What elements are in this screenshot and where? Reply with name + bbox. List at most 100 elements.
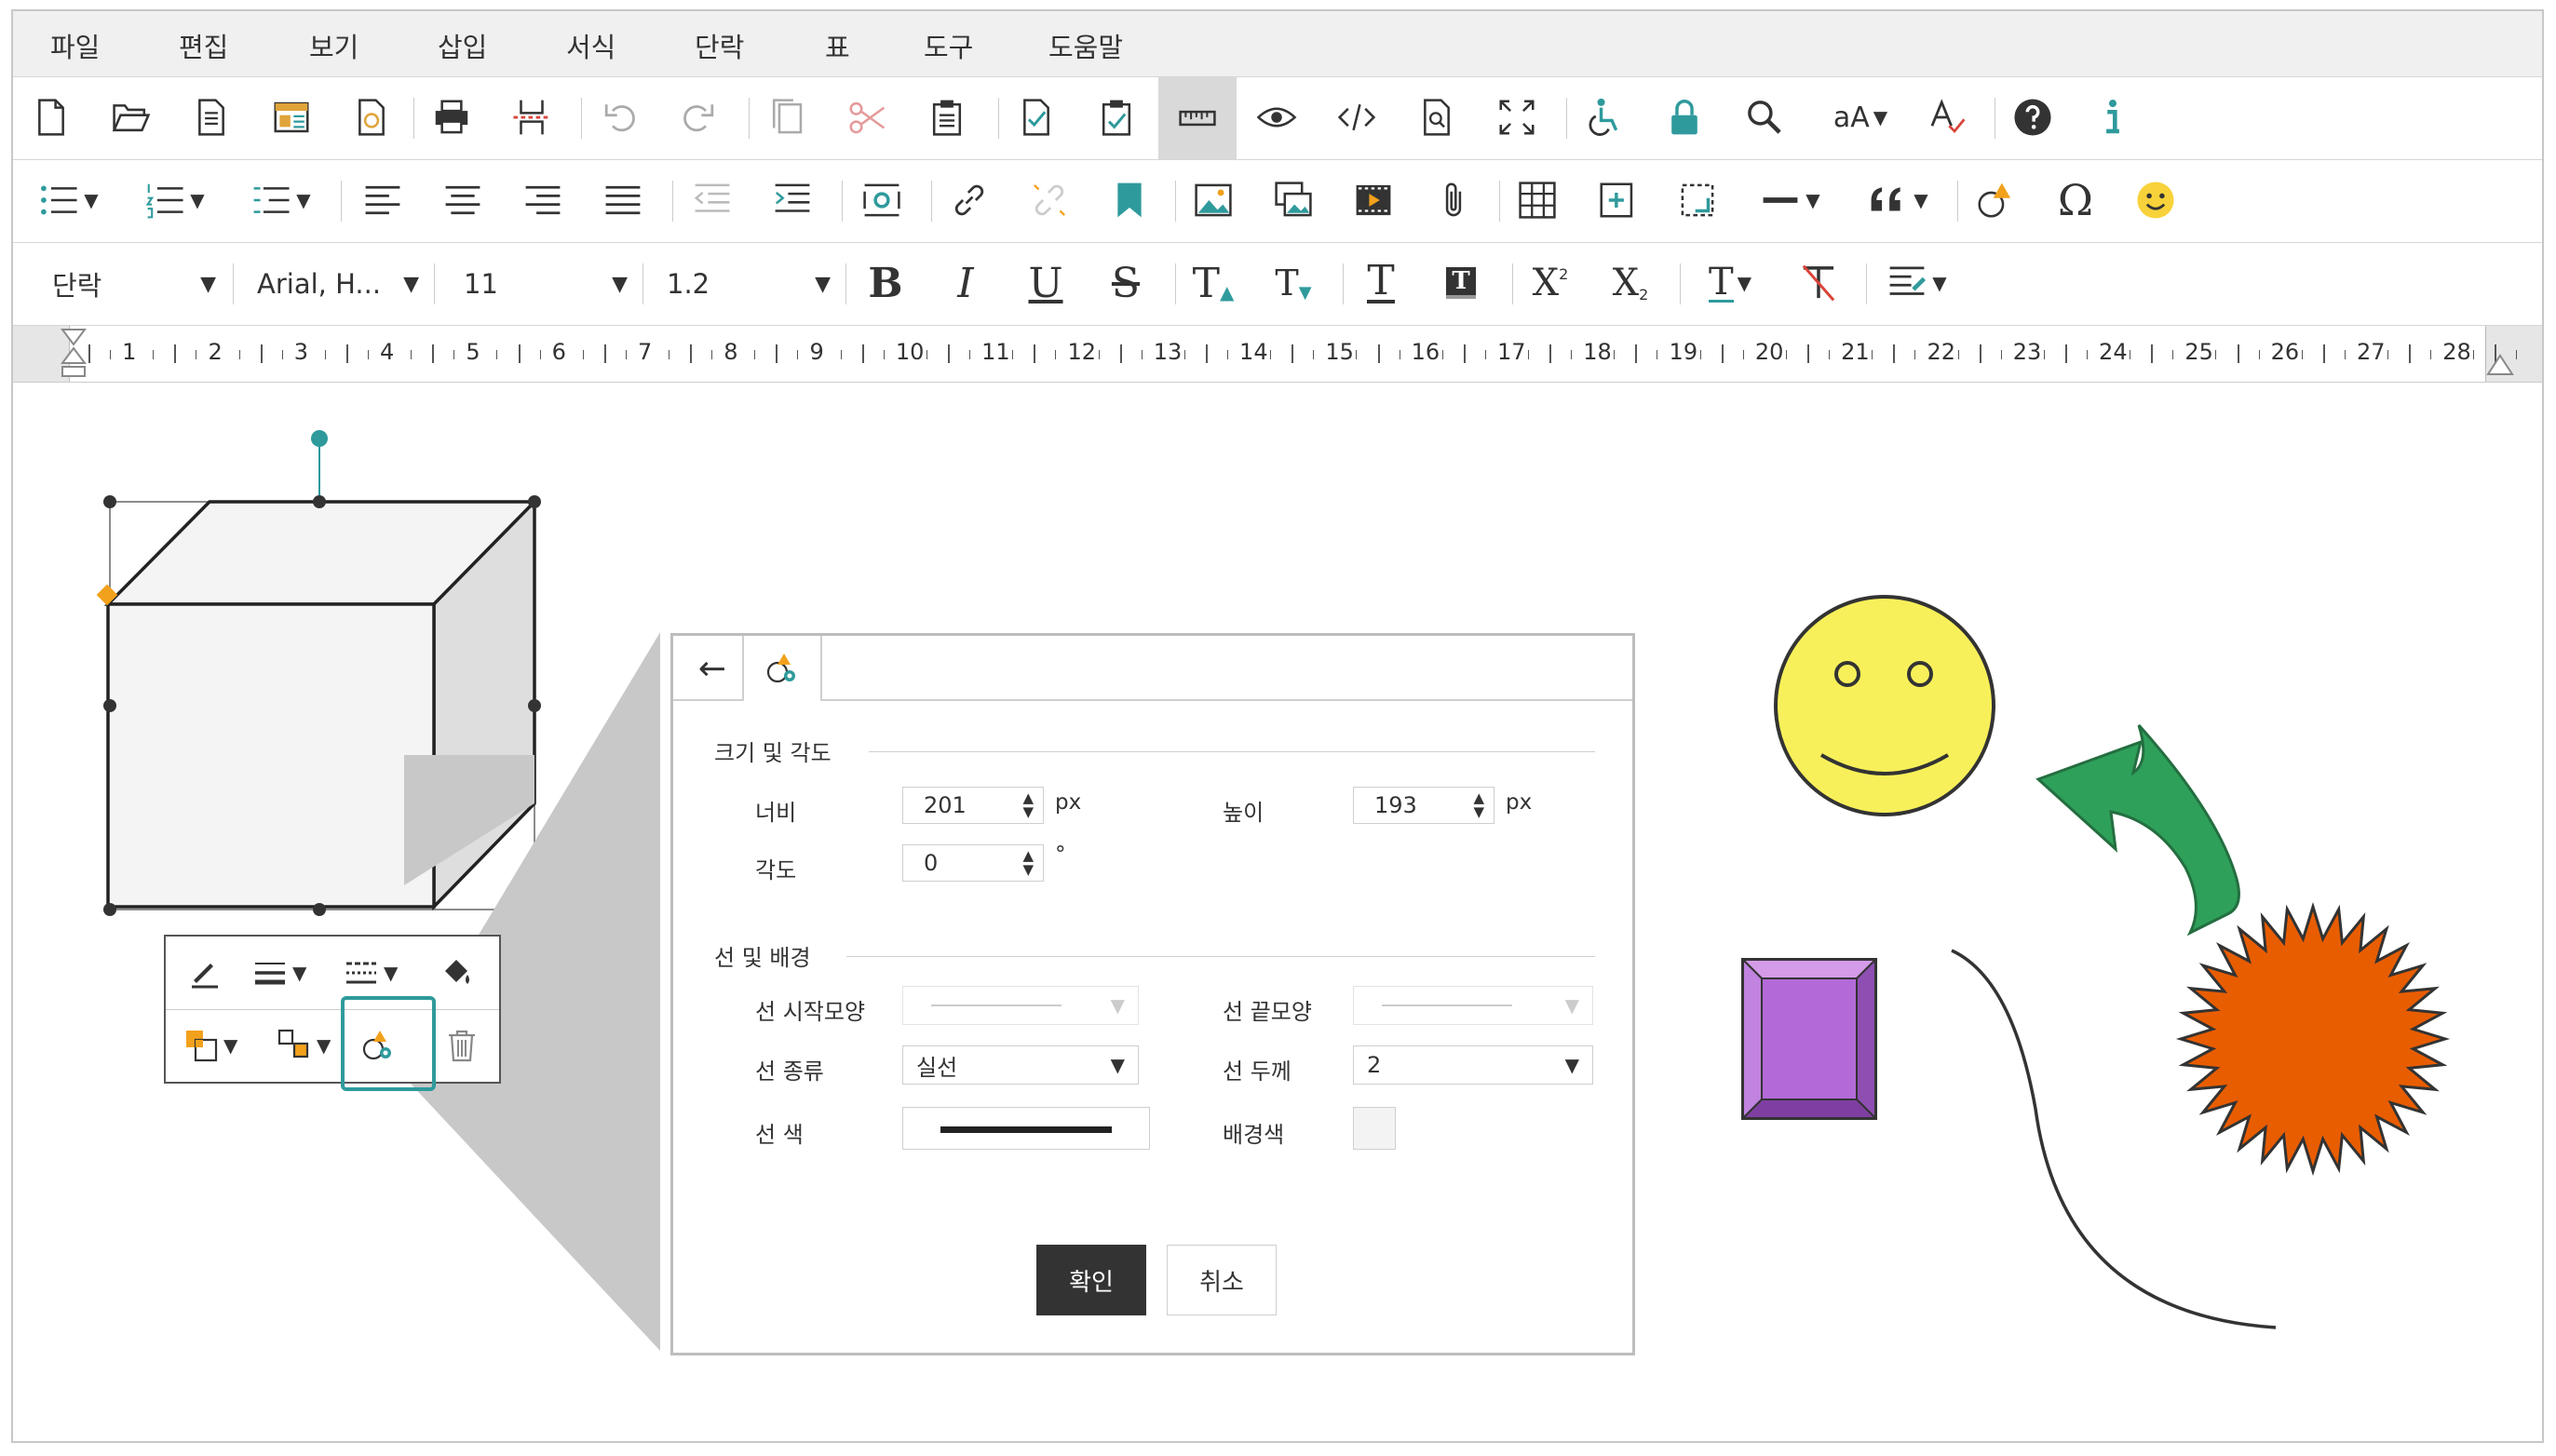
blockquote-dropdown[interactable]: ▼ — [1860, 175, 1935, 225]
menu-edit[interactable]: 편집 — [179, 26, 228, 65]
font-family-select[interactable]: Arial, H... ▼ — [257, 262, 419, 306]
history-icon[interactable] — [346, 92, 397, 142]
confirm-button[interactable]: 확인 — [1036, 1245, 1146, 1315]
back-arrow-icon[interactable]: ← — [686, 645, 738, 692]
spinner-icon[interactable]: ▲ ▼ — [1473, 791, 1484, 819]
underline-icon[interactable]: U — [1021, 258, 1071, 308]
italic-icon[interactable]: I — [940, 258, 991, 308]
width-input[interactable]: 201 ▲ ▼ — [902, 787, 1044, 824]
align-left-icon[interactable] — [358, 175, 408, 225]
undo-icon[interactable] — [594, 92, 644, 142]
spinner-icon[interactable]: ▲ ▼ — [1022, 849, 1034, 877]
template-icon[interactable] — [186, 92, 237, 142]
starburst-shape[interactable] — [2175, 901, 2451, 1177]
font-case-dropdown[interactable]: aA ▼ — [1823, 92, 1898, 142]
arrange-order-dropdown[interactable]: ▼ — [183, 1022, 237, 1069]
menu-file[interactable]: 파일 — [50, 26, 100, 65]
line-weight-dropdown[interactable]: ▼ — [251, 950, 306, 996]
rotate-handle[interactable] — [311, 430, 328, 447]
tab-shape-properties[interactable] — [742, 636, 822, 701]
align-center-icon[interactable] — [438, 175, 488, 225]
font-color-icon[interactable]: T — [1356, 258, 1406, 308]
special-character-omega-icon[interactable]: Ω — [2050, 175, 2101, 225]
preview-eye-icon[interactable] — [1251, 92, 1302, 142]
attachment-icon[interactable] — [1428, 175, 1479, 225]
new-document-icon[interactable] — [26, 92, 76, 142]
unlink-icon[interactable] — [1024, 175, 1075, 225]
fill-bucket-icon[interactable] — [438, 950, 475, 996]
font-size-select[interactable]: 11 ▼ — [464, 262, 628, 306]
cube-shape[interactable] — [103, 497, 539, 911]
paragraph-settings-icon[interactable] — [857, 175, 907, 225]
help-icon[interactable] — [2008, 92, 2058, 142]
bold-icon[interactable]: B — [860, 258, 911, 308]
open-folder-icon[interactable] — [106, 92, 156, 142]
left-indent-marker-icon[interactable] — [58, 328, 89, 380]
outdent-icon[interactable] — [687, 175, 737, 225]
angle-input[interactable]: 0 ▲ ▼ — [902, 844, 1044, 882]
bookmark-icon[interactable] — [1104, 175, 1155, 225]
bullet-list-dropdown[interactable]: ▼ — [30, 175, 106, 225]
insert-video-icon[interactable] — [1348, 175, 1399, 225]
spellcheck-icon[interactable] — [1922, 92, 1972, 142]
ruler-toggle-icon[interactable] — [1158, 77, 1237, 159]
fullscreen-icon[interactable] — [1492, 92, 1542, 142]
link-icon[interactable] — [944, 175, 994, 225]
background-color-picker[interactable] — [1353, 1107, 1396, 1150]
superscript-icon[interactable]: X2 — [1525, 258, 1576, 308]
align-justify-icon[interactable] — [598, 175, 648, 225]
search-icon[interactable] — [1739, 92, 1790, 142]
clear-format-icon[interactable] — [1793, 258, 1844, 308]
layout-icon[interactable] — [266, 92, 317, 142]
cut-icon[interactable] — [842, 92, 892, 142]
menu-tools[interactable]: 도구 — [924, 26, 973, 65]
copy-icon[interactable] — [762, 92, 812, 142]
info-icon[interactable] — [2088, 92, 2138, 142]
line-dash-dropdown[interactable]: ▼ — [343, 950, 398, 996]
spinner-icon[interactable]: ▲ ▼ — [1022, 791, 1034, 819]
multilevel-list-dropdown[interactable]: ▼ — [242, 175, 318, 225]
menu-paragraph[interactable]: 단락 — [695, 26, 744, 65]
image-gallery-icon[interactable] — [1268, 175, 1319, 225]
format-painter-dropdown[interactable]: ▼ — [1879, 258, 1954, 308]
page-break-icon[interactable] — [507, 92, 557, 142]
shapes-icon[interactable] — [1970, 175, 2021, 225]
line-start-select[interactable]: ▼ — [902, 986, 1139, 1025]
selection-area-icon[interactable] — [1672, 175, 1723, 225]
insert-image-icon[interactable] — [1188, 175, 1238, 225]
accessibility-icon[interactable] — [1579, 92, 1630, 142]
find-in-page-icon[interactable] — [1412, 92, 1462, 142]
strikethrough-icon[interactable]: S — [1101, 258, 1151, 308]
indent-icon[interactable] — [767, 175, 818, 225]
paste-icon[interactable] — [922, 92, 972, 142]
curved-arrow-shape[interactable] — [2035, 723, 2240, 937]
right-indent-marker-icon[interactable] — [2486, 354, 2514, 378]
bevel-shape[interactable] — [1740, 957, 1878, 1121]
menu-format[interactable]: 서식 — [566, 26, 615, 65]
menu-table[interactable]: 표 — [825, 26, 850, 65]
increase-font-size-icon[interactable]: T ▲ — [1188, 258, 1238, 308]
background-color-icon[interactable]: T — [1436, 258, 1486, 308]
paragraph-style-select[interactable]: 단락 ▼ — [52, 262, 216, 306]
redo-icon[interactable] — [674, 92, 724, 142]
line-color-picker[interactable] — [902, 1107, 1150, 1150]
decrease-font-size-icon[interactable]: T ▼ — [1268, 258, 1319, 308]
height-input[interactable]: 193 ▲ ▼ — [1353, 787, 1494, 824]
cancel-button[interactable]: 취소 — [1167, 1245, 1277, 1315]
text-box-icon[interactable] — [1592, 175, 1643, 225]
ruler[interactable]: 1 2 3 4 5 6 7 8 9 10 11 12 13 14 15 16 17 18 19 20 21 22 23 24 2… — [13, 326, 2542, 383]
print-icon[interactable] — [426, 92, 477, 142]
line-end-select[interactable]: ▼ — [1353, 986, 1593, 1025]
line-type-select[interactable]: 실선 ▼ — [902, 1045, 1139, 1085]
delete-trash-icon[interactable] — [443, 1022, 480, 1069]
text-style-dropdown[interactable]: T ▼ — [1693, 258, 1767, 308]
menu-help[interactable]: 도움말 — [1048, 26, 1123, 65]
menu-view[interactable]: 보기 — [309, 26, 358, 65]
subscript-icon[interactable]: X2 — [1605, 258, 1656, 308]
align-shapes-dropdown[interactable]: ▼ — [276, 1022, 331, 1069]
insert-table-icon[interactable] — [1512, 175, 1562, 225]
line-color-pen-icon[interactable] — [186, 950, 223, 996]
line-width-select[interactable]: 2 ▼ — [1353, 1045, 1593, 1085]
emoji-icon[interactable] — [2130, 175, 2181, 225]
line-height-select[interactable]: 1.2 ▼ — [667, 262, 831, 306]
